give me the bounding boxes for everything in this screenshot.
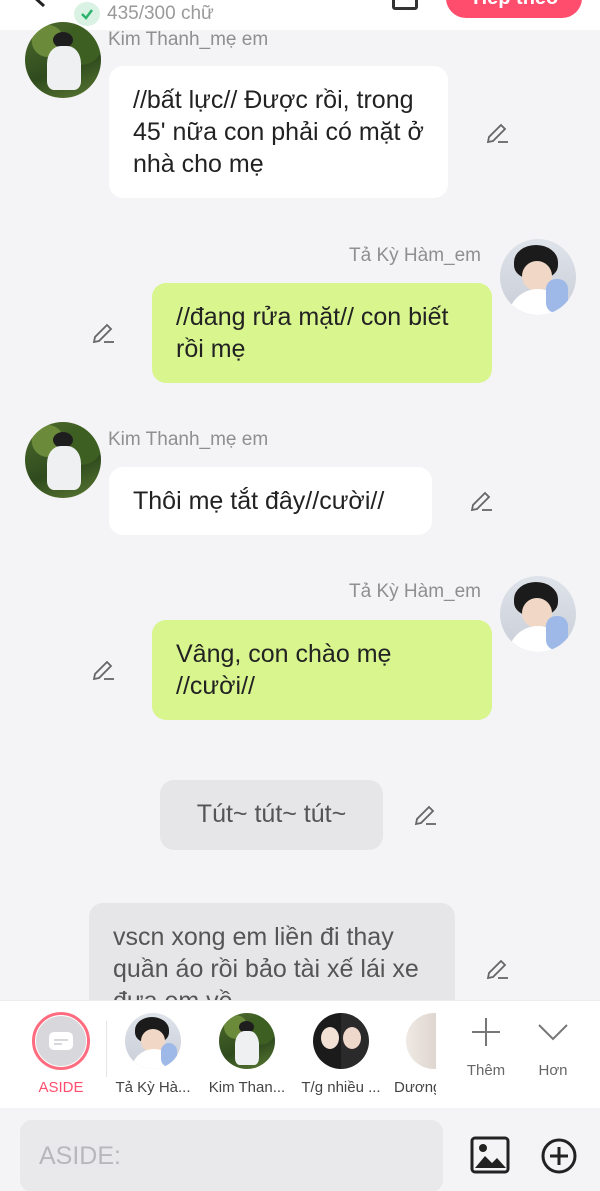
message-bubble[interactable]: Vâng, con chào mẹ //cười// — [152, 620, 492, 720]
sender-name: Kim Thanh_mẹ em — [108, 429, 269, 450]
character-ta-ky-ham[interactable]: Tả Kỳ Hà... — [108, 1013, 198, 1096]
sender-name: Tả Kỳ Hàm_em — [349, 581, 481, 602]
avatar-ta-ky-ham[interactable] — [500, 576, 576, 652]
sender-name: Tả Kỳ Hàm_em — [349, 245, 481, 266]
chevron-down-icon — [538, 1024, 568, 1041]
edit-pencil-icon[interactable] — [484, 120, 510, 146]
aside-icon — [49, 1032, 73, 1050]
top-bar: 435/300 chữ Tiếp theo — [0, 0, 600, 30]
character-label: Dương — [394, 1079, 436, 1096]
character-kim-thanh[interactable]: Kim Than... — [202, 1013, 292, 1096]
edit-pencil-icon[interactable] — [90, 320, 116, 346]
sender-name: Kim Thanh_mẹ em — [108, 29, 269, 50]
divider — [106, 1021, 107, 1077]
add-label: Thêm — [466, 1062, 506, 1079]
next-button[interactable]: Tiếp theo — [446, 0, 582, 18]
avatar-ta-ky-ham[interactable] — [500, 239, 576, 315]
edit-pencil-icon[interactable] — [412, 802, 438, 828]
character-label: Tả Kỳ Hà... — [115, 1079, 191, 1096]
character-bar: ASIDE Tả Kỳ Hà... Kim Than... T/g nhiều … — [0, 1000, 600, 1108]
image-icon[interactable] — [470, 1136, 510, 1174]
aside-button[interactable] — [32, 1012, 90, 1070]
word-count: 435/300 chữ — [107, 3, 214, 24]
add-circle-icon[interactable] — [540, 1137, 578, 1175]
message-bubble[interactable]: //bất lực// Được rồi, trong 45' nữa con … — [109, 66, 448, 198]
avatar-kim-thanh[interactable] — [25, 422, 101, 498]
more-label: Hơn — [538, 1062, 568, 1079]
edit-pencil-icon[interactable] — [468, 488, 494, 514]
avatar-kim-thanh[interactable] — [25, 22, 101, 98]
calendar-icon[interactable] — [392, 0, 418, 10]
character-label: T/g nhiều ... — [301, 1079, 381, 1096]
message-bubble[interactable]: //đang rửa mặt// con biết rồi mẹ — [152, 283, 492, 383]
edit-pencil-icon[interactable] — [484, 956, 510, 982]
message-input[interactable] — [20, 1120, 443, 1191]
check-icon — [74, 2, 100, 26]
character-author[interactable]: T/g nhiều ... — [296, 1013, 386, 1096]
input-bar — [0, 1109, 600, 1191]
edit-pencil-icon[interactable] — [90, 657, 116, 683]
more-button[interactable]: Hơn — [523, 1015, 583, 1079]
character-label: Kim Than... — [208, 1079, 286, 1096]
aside-label: ASIDE — [38, 1079, 84, 1096]
plus-icon — [472, 1018, 500, 1046]
message-bubble[interactable]: Thôi mẹ tắt đây//cười// — [109, 467, 432, 535]
back-arrow-icon[interactable] — [28, 0, 50, 8]
character-duong[interactable]: Dương — [384, 1013, 436, 1096]
add-character-button[interactable]: Thêm — [456, 1015, 516, 1079]
narration-bubble[interactable]: Tút~ tút~ tút~ — [160, 780, 383, 850]
